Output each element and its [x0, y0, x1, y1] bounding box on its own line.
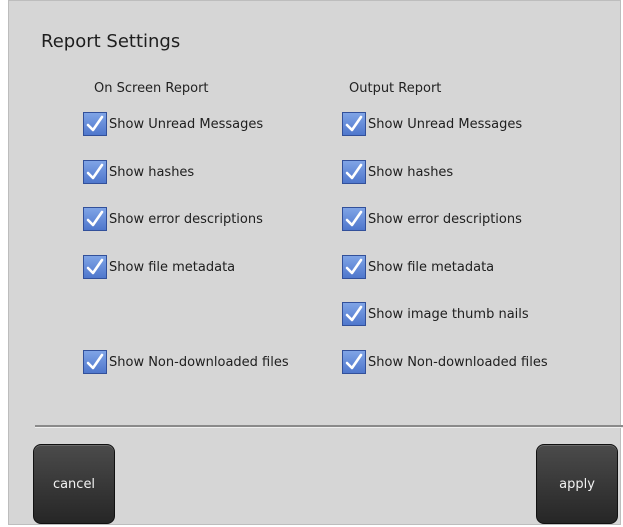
checkbox-checked-icon[interactable]: [83, 255, 107, 279]
divider: [35, 425, 623, 428]
output-show-non-downloaded-files-option[interactable]: Show Non-downloaded files: [342, 350, 548, 374]
on-screen-show-file-metadata-option[interactable]: Show file metadata: [83, 255, 235, 279]
checkbox-checked-icon[interactable]: [342, 302, 366, 326]
on-screen-show-hashes-option[interactable]: Show hashes: [83, 160, 194, 184]
cancel-button[interactable]: cancel: [33, 444, 115, 524]
apply-button[interactable]: apply: [536, 444, 618, 524]
option-label: Show file metadata: [368, 259, 495, 275]
checkbox-checked-icon[interactable]: [342, 207, 366, 231]
on-screen-show-non-downloaded-files-option[interactable]: Show Non-downloaded files: [83, 350, 289, 374]
option-label: Show file metadata: [109, 259, 236, 275]
option-label: Show error descriptions: [368, 211, 522, 227]
option-label: Show Unread Messages: [368, 116, 523, 132]
output-report-header: Output Report: [349, 81, 442, 96]
report-settings-dialog: Report Settings On Screen Report Show Un…: [8, 0, 623, 525]
option-label: Show Unread Messages: [109, 116, 264, 132]
checkbox-checked-icon[interactable]: [342, 160, 366, 184]
output-show-unread-messages-option[interactable]: Show Unread Messages: [342, 112, 522, 136]
option-label: Show Non-downloaded files: [368, 354, 548, 370]
checkbox-checked-icon[interactable]: [83, 112, 107, 136]
checkbox-checked-icon[interactable]: [342, 350, 366, 374]
checkbox-checked-icon[interactable]: [83, 207, 107, 231]
on-screen-show-unread-messages-option[interactable]: Show Unread Messages: [83, 112, 263, 136]
on-screen-show-error-descriptions-option[interactable]: Show error descriptions: [83, 207, 263, 231]
option-label: Show error descriptions: [109, 211, 263, 227]
option-label: Show hashes: [368, 164, 454, 180]
output-show-image-thumb-nails-option[interactable]: Show image thumb nails: [342, 302, 529, 326]
option-label: Show image thumb nails: [368, 306, 529, 322]
checkbox-checked-icon[interactable]: [83, 160, 107, 184]
checkbox-checked-icon[interactable]: [83, 350, 107, 374]
checkbox-checked-icon[interactable]: [342, 112, 366, 136]
output-show-hashes-option[interactable]: Show hashes: [342, 160, 453, 184]
output-show-file-metadata-option[interactable]: Show file metadata: [342, 255, 494, 279]
option-label: Show hashes: [109, 164, 195, 180]
output-show-error-descriptions-option[interactable]: Show error descriptions: [342, 207, 522, 231]
option-label: Show Non-downloaded files: [109, 354, 289, 370]
dialog-title: Report Settings: [41, 31, 181, 52]
on-screen-report-header: On Screen Report: [94, 81, 209, 96]
checkbox-checked-icon[interactable]: [342, 255, 366, 279]
